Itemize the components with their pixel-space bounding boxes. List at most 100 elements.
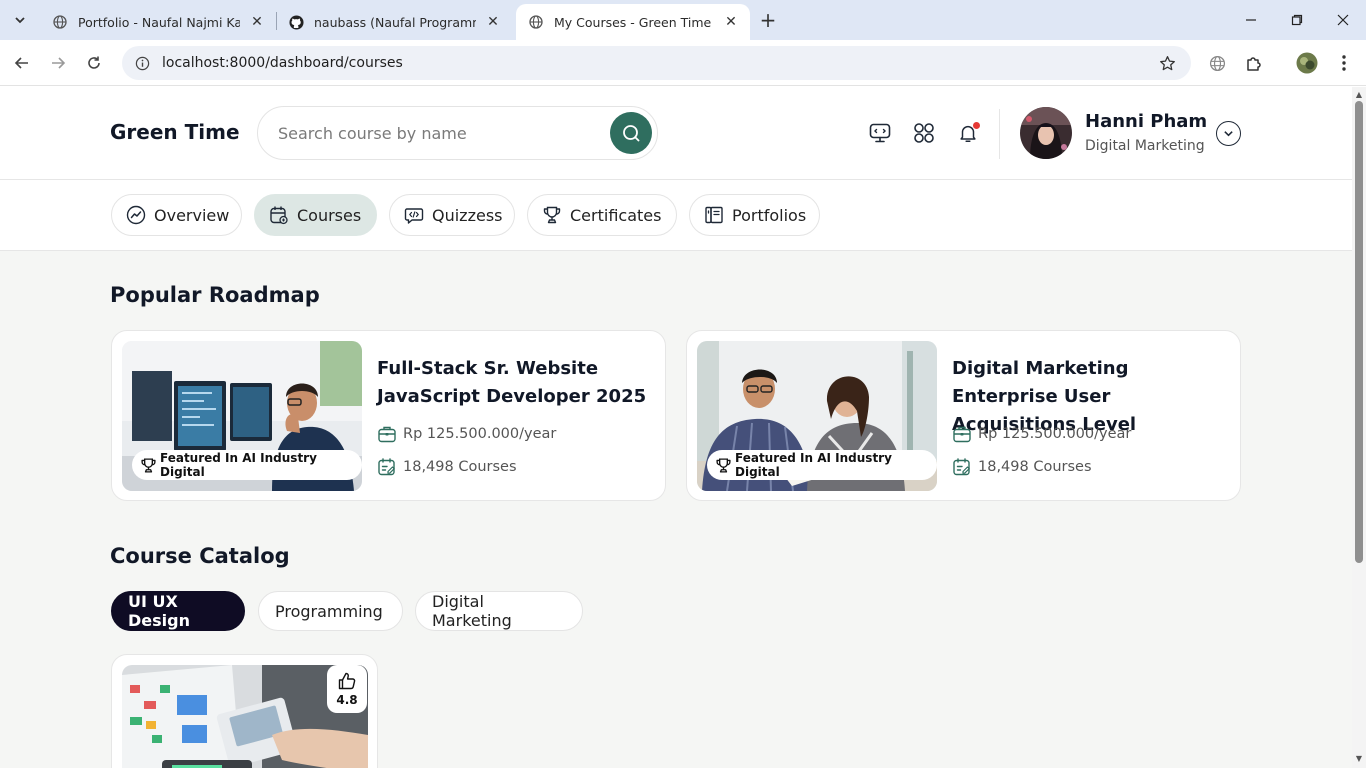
briefcase-icon [952, 424, 972, 444]
user-menu-button[interactable] [1216, 121, 1241, 146]
browser-tab[interactable]: naubass (Naufal Programming) ✕ [276, 4, 512, 40]
book-icon [704, 205, 724, 225]
translate-globe-icon[interactable] [1206, 52, 1228, 74]
nav-certificates[interactable]: Certificates [527, 194, 677, 236]
arrow-left-icon [14, 57, 28, 69]
minimize-button[interactable] [1228, 0, 1274, 40]
user-role: Digital Marketing [1085, 138, 1205, 154]
close-icon[interactable]: ✕ [722, 13, 740, 31]
monitor-chat-icon[interactable] [867, 120, 893, 146]
back-button[interactable] [8, 49, 36, 77]
course-count-text: 18,498 Courses [403, 459, 517, 475]
notification-bell-icon[interactable] [955, 120, 981, 146]
globe-icon [528, 14, 544, 30]
nav-label: Overview [154, 205, 230, 225]
user-name: Hanni Pham [1085, 111, 1208, 132]
roadmap-card[interactable]: Featured In AI Industry Digital Digital … [686, 330, 1241, 501]
restore-button[interactable] [1274, 0, 1320, 40]
new-tab-button[interactable]: + [756, 8, 780, 32]
course-rating: 4.8 [327, 665, 367, 713]
url-text[interactable]: localhost:8000/dashboard/courses [162, 55, 1157, 71]
featured-badge: Featured In AI Industry Digital [132, 450, 362, 480]
category-programming[interactable]: Programming [258, 591, 403, 631]
category-digital-marketing[interactable]: Digital Marketing [415, 591, 583, 631]
bookmark-star-icon[interactable] [1157, 53, 1177, 73]
tab-title: Portfolio - Naufal Najmi Kardian [78, 14, 240, 30]
nav-portfolios[interactable]: Portfolios [689, 194, 820, 236]
browser-tab[interactable]: Portfolio - Naufal Najmi Kardian ✕ [40, 4, 276, 40]
page-scrollbar[interactable]: ▲ ▼ [1352, 87, 1366, 768]
category-ui-ux-design[interactable]: UI UX Design [111, 591, 245, 631]
avatar[interactable] [1020, 107, 1072, 159]
roadmap-card[interactable]: Featured In AI Industry Digital Full-Sta… [111, 330, 666, 501]
trophy-icon [715, 456, 732, 474]
course-catalog-heading: Course Catalog [110, 544, 290, 568]
price-text: Rp 125.500.000/year [978, 426, 1132, 442]
nav-label: Certificates [570, 205, 662, 225]
header-divider [999, 109, 1000, 159]
close-window-button[interactable] [1320, 0, 1366, 40]
nav-quizzess[interactable]: Quizzess [389, 194, 515, 236]
globe-icon [52, 14, 68, 30]
roadmap-course-count: 18,498 Courses [952, 456, 1092, 478]
minimize-icon [1246, 19, 1256, 21]
reload-icon [88, 56, 100, 69]
reload-button[interactable] [80, 49, 108, 77]
trend-chart-icon [126, 205, 146, 225]
search-button[interactable] [610, 112, 652, 154]
roadmap-price: Rp 125.500.000/year [377, 423, 556, 445]
nav-overview[interactable]: Overview [111, 194, 242, 236]
scroll-up-arrow-icon[interactable]: ▲ [1355, 91, 1363, 99]
github-icon [288, 14, 304, 30]
browser-tabstrip: Portfolio - Naufal Najmi Kardian ✕ nauba… [0, 0, 1366, 40]
browser-toolbar: localhost:8000/dashboard/courses [0, 40, 1366, 86]
nav-label: Quizzess [432, 205, 503, 225]
code-chat-icon [404, 205, 424, 225]
tab-search-button[interactable] [6, 6, 34, 34]
roadmap-title[interactable]: Full-Stack Sr. Website JavaScript Develo… [377, 355, 647, 411]
close-icon[interactable]: ✕ [484, 13, 502, 31]
profile-avatar[interactable] [1296, 52, 1318, 74]
close-icon [1337, 14, 1349, 26]
notification-dot [973, 122, 980, 129]
browser-menu-kebab-icon[interactable] [1333, 52, 1355, 74]
grid-apps-icon[interactable] [911, 120, 937, 146]
info-icon[interactable] [134, 55, 150, 71]
trophy-icon [140, 456, 157, 474]
note-edit-icon [377, 457, 397, 477]
tab-title: naubass (Naufal Programming) [314, 14, 476, 30]
nav-label: Courses [297, 205, 362, 225]
roadmap-course-count: 18,498 Courses [377, 456, 517, 478]
extensions-puzzle-icon[interactable] [1243, 52, 1265, 74]
address-bar[interactable]: localhost:8000/dashboard/courses [122, 46, 1191, 80]
nav-courses[interactable]: Courses [254, 194, 377, 236]
rating-value: 4.8 [336, 693, 358, 707]
briefcase-icon [377, 424, 397, 444]
course-card[interactable]: 4.8 [111, 654, 378, 768]
scroll-down-arrow-icon[interactable]: ▼ [1355, 755, 1363, 763]
search-icon [623, 125, 640, 142]
page-viewport: Green Time Search course by name Hanni P… [0, 87, 1352, 768]
chevron-down-icon [1224, 131, 1233, 137]
browser-tab-active[interactable]: My Courses - Green Time ✕ [516, 4, 750, 40]
search-input[interactable] [278, 121, 598, 145]
badge-label: Featured In AI Industry Digital [735, 451, 892, 479]
brand-logo-text[interactable]: Green Time [110, 120, 240, 144]
featured-badge: Featured In AI Industry Digital [707, 450, 937, 480]
roadmap-thumbnail: Featured In AI Industry Digital [697, 341, 937, 491]
calendar-courses-icon [269, 205, 289, 225]
note-edit-icon [952, 457, 972, 477]
restore-icon [1291, 14, 1303, 26]
tab-title: My Courses - Green Time [554, 14, 712, 30]
price-text: Rp 125.500.000/year [403, 426, 557, 442]
course-count-text: 18,498 Courses [978, 459, 1092, 475]
thumbs-up-icon [338, 672, 356, 690]
close-icon[interactable]: ✕ [248, 13, 266, 31]
chevron-down-icon [15, 17, 25, 24]
forward-button[interactable] [44, 49, 72, 77]
dashboard-nav: Overview Courses Quizzess Certificates P… [0, 180, 1352, 251]
app-header: Green Time Search course by name Hanni P… [0, 87, 1352, 180]
popular-roadmap-heading: Popular Roadmap [110, 283, 320, 307]
roadmap-price: Rp 125.500.000/year [952, 423, 1131, 445]
scrollbar-thumb[interactable] [1355, 101, 1363, 563]
